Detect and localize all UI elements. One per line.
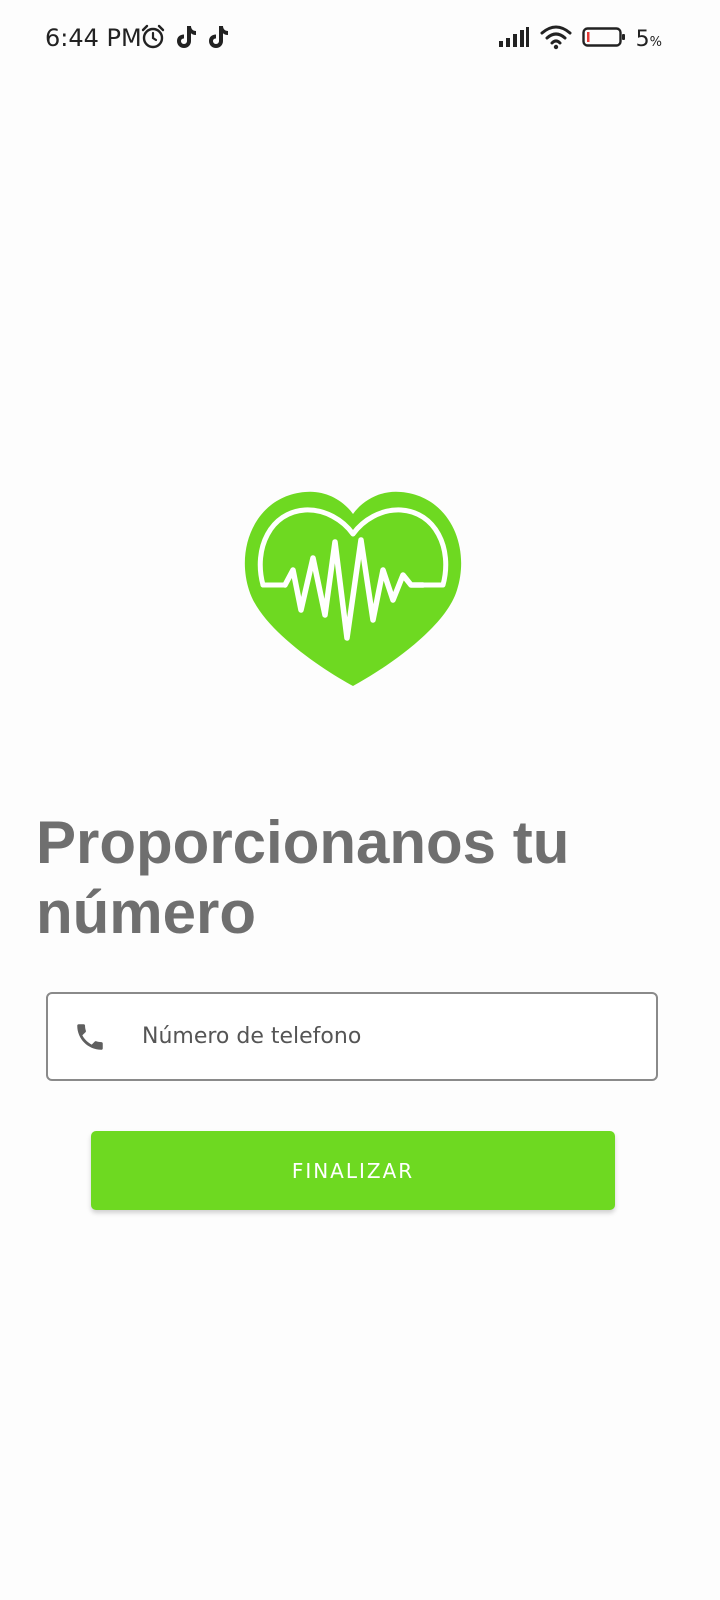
battery-level: 5%: [635, 27, 662, 52]
finish-button[interactable]: FINALIZAR: [91, 1131, 615, 1210]
phone-icon: [72, 1019, 108, 1055]
alarm-icon: [140, 24, 166, 55]
tiktok-icon: [174, 24, 198, 55]
signal-icon: [498, 26, 530, 53]
status-icons-left: [140, 24, 230, 55]
status-time: 6:44 PM: [45, 24, 142, 52]
status-bar: 6:44 PM 5%: [0, 0, 720, 80]
page-title: Proporcionanos tu número: [36, 809, 570, 946]
wifi-icon: [540, 24, 572, 55]
battery-icon: [581, 26, 626, 53]
phone-number-field[interactable]: [46, 992, 658, 1081]
tiktok-icon: [206, 24, 230, 55]
status-icons-right: 5%: [498, 24, 662, 55]
heart-pulse-icon: [243, 490, 463, 686]
phone-number-input[interactable]: [140, 1023, 604, 1050]
